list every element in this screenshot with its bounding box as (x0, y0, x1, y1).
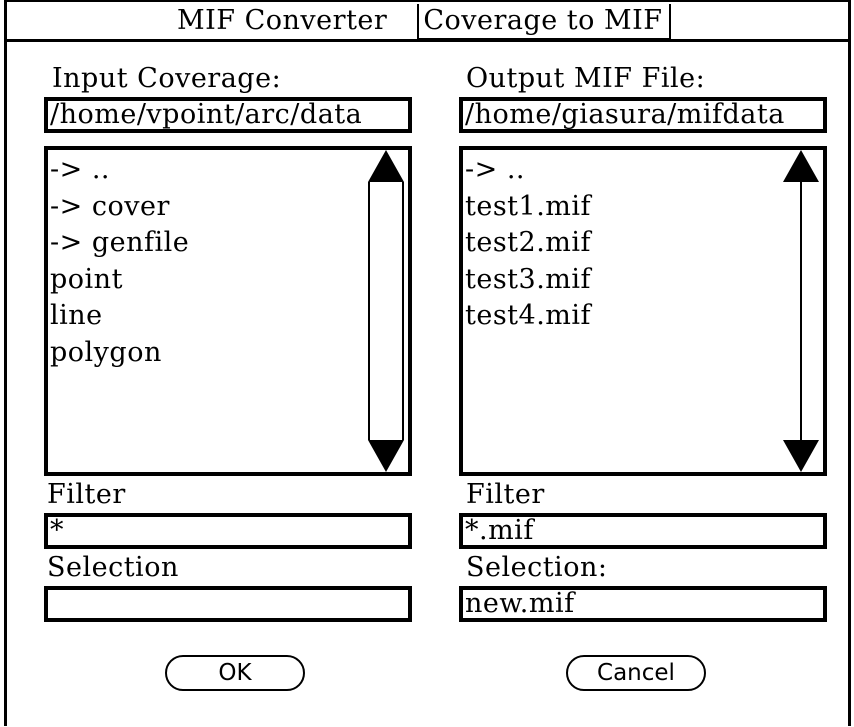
input-path-field[interactable]: /home/vpoint/arc/data (44, 97, 412, 133)
window-title: MIF Converter (177, 5, 388, 36)
input-selection-field[interactable] (44, 586, 412, 622)
list-item[interactable]: point (50, 262, 189, 299)
mode-indicator[interactable]: Coverage to MIF (417, 4, 671, 40)
output-path-field[interactable]: /home/giasura/mifdata (459, 97, 827, 133)
ok-button[interactable]: OK (165, 655, 305, 691)
input-coverage-label: Input Coverage: (52, 63, 282, 94)
input-filter-field[interactable]: * (44, 513, 412, 549)
scroll-up-arrow-icon[interactable] (368, 150, 404, 182)
output-filter-label: Filter (466, 479, 545, 510)
list-item[interactable]: -> cover (50, 189, 189, 226)
list-item[interactable]: polygon (50, 335, 189, 372)
list-item[interactable]: test3.mif (465, 262, 591, 299)
list-item[interactable]: test1.mif (465, 189, 591, 226)
scroll-rail (368, 182, 370, 440)
list-item[interactable]: -> .. (465, 152, 591, 189)
list-item[interactable]: -> genfile (50, 225, 189, 262)
scroll-rail (402, 182, 404, 440)
output-scrollbar[interactable] (783, 150, 819, 472)
title-text: MIF Converter Coverage to MIF (7, 2, 848, 40)
output-selection-field[interactable]: new.mif (459, 586, 827, 622)
list-item[interactable]: test4.mif (465, 298, 591, 335)
scroll-down-arrow-icon[interactable] (783, 440, 819, 472)
title-bar: MIF Converter Coverage to MIF (4, 0, 851, 42)
output-filter-field[interactable]: *.mif (459, 513, 827, 549)
output-list-items: -> .. test1.mif test2.mif test3.mif test4.mi… (465, 152, 591, 335)
cancel-button[interactable]: Cancel (566, 655, 706, 691)
input-filter-label: Filter (47, 479, 126, 510)
input-list-items: -> .. -> cover -> genfile point line polygon (50, 152, 189, 371)
output-selection-label: Selection: (466, 552, 608, 583)
list-item[interactable]: test2.mif (465, 225, 591, 262)
output-mif-label: Output MIF File: (466, 63, 706, 94)
input-selection-label: Selection (47, 552, 179, 583)
input-file-list[interactable]: -> .. -> cover -> genfile point line polygon (44, 146, 412, 476)
input-scrollbar[interactable] (368, 150, 404, 472)
scroll-up-arrow-icon[interactable] (783, 150, 819, 182)
list-item[interactable]: -> .. (50, 152, 189, 189)
list-item[interactable]: line (50, 298, 189, 335)
scroll-down-arrow-icon[interactable] (368, 440, 404, 472)
scroll-track (800, 182, 802, 440)
output-file-list[interactable]: -> .. test1.mif test2.mif test3.mif test4.mi… (459, 146, 827, 476)
